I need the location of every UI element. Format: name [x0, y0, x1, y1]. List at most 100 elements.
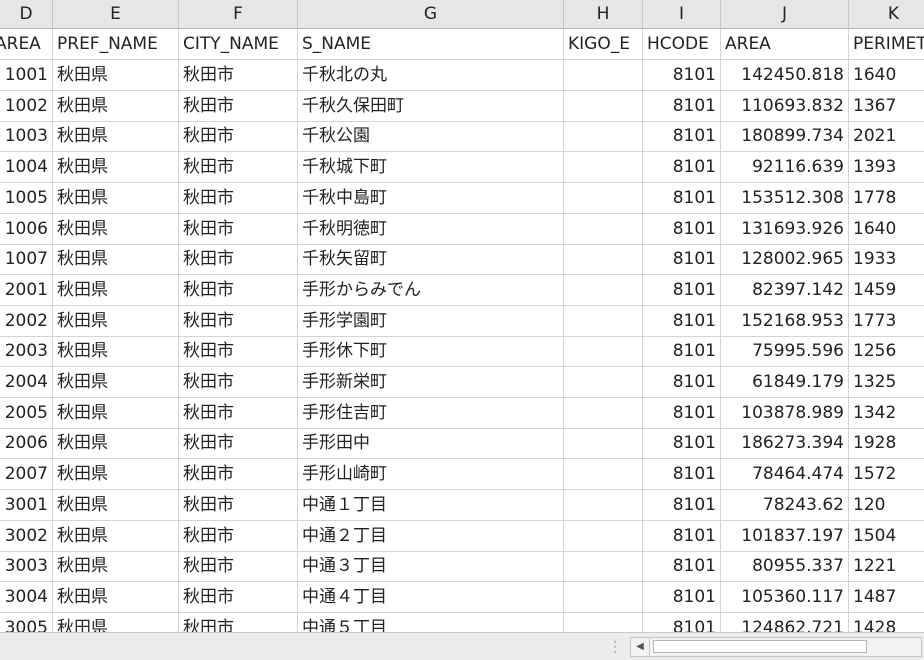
cell-area[interactable]: 103878.989: [721, 397, 849, 429]
cell-kigo-e[interactable]: [564, 244, 643, 276]
cell-kigo-e[interactable]: [564, 367, 643, 398]
cell-hcode[interactable]: 8101: [643, 274, 721, 306]
cell-city-name[interactable]: 秋田市: [179, 459, 298, 491]
column-header-d[interactable]: D: [0, 0, 53, 29]
cell-city-name[interactable]: 秋田市: [179, 305, 298, 337]
cell-kigo-e[interactable]: [564, 152, 643, 184]
cell-perimeter[interactable]: 1325: [849, 367, 924, 398]
horizontal-scrollbar[interactable]: ◀: [630, 637, 922, 657]
cell-pref-name[interactable]: 秋田県: [53, 336, 179, 368]
cell-pref-name[interactable]: 秋田県: [53, 551, 179, 583]
cell-pref-name[interactable]: 秋田県: [53, 520, 179, 552]
cell-hcode[interactable]: 8101: [643, 428, 721, 460]
cell-hcode[interactable]: 8101: [643, 459, 721, 491]
cell-city-name[interactable]: 秋田市: [179, 152, 298, 184]
cell-s-name[interactable]: 手形住吉町: [298, 397, 564, 429]
column-header-k[interactable]: K: [849, 0, 924, 29]
cell-area-code[interactable]: 1002: [0, 90, 53, 122]
cell-area[interactable]: 186273.394: [721, 428, 849, 460]
cell-s-name[interactable]: 手形新栄町: [298, 367, 564, 398]
cell-hcode[interactable]: 8101: [643, 152, 721, 184]
cell-city-name[interactable]: 秋田市: [179, 182, 298, 214]
cell-hcode[interactable]: 8101: [643, 489, 721, 521]
cell-area[interactable]: 101837.197: [721, 520, 849, 552]
cell-area-code[interactable]: 2006: [0, 428, 53, 460]
cell-kigo-e[interactable]: [564, 121, 643, 153]
cell-perimeter[interactable]: 1572: [849, 459, 924, 491]
cell-s-name[interactable]: 手形山崎町: [298, 459, 564, 491]
cell-perimeter[interactable]: 1504: [849, 521, 924, 552]
cell-pref-name[interactable]: 秋田県: [53, 397, 179, 429]
cell-area[interactable]: 152168.953: [721, 305, 849, 337]
cell-header-area-code[interactable]: AREA: [0, 29, 53, 60]
cell-area-code[interactable]: 2003: [0, 336, 53, 368]
cell-kigo-e[interactable]: [564, 90, 643, 122]
cell-grid[interactable]: D E F G H I J K AREA PREF_NAME CITY_NAME…: [0, 0, 924, 632]
cell-kigo-e[interactable]: [564, 612, 643, 632]
cell-header-area[interactable]: AREA: [721, 29, 849, 60]
cell-perimeter[interactable]: 1221: [849, 551, 924, 583]
scroll-thumb[interactable]: [653, 640, 867, 653]
cell-area[interactable]: 61849.179: [721, 367, 849, 398]
cell-perimeter[interactable]: 1367: [849, 91, 924, 122]
cell-area-code[interactable]: 3005: [0, 612, 53, 632]
cell-kigo-e[interactable]: [564, 489, 643, 521]
cell-area-code[interactable]: 2002: [0, 305, 53, 337]
cell-area-code[interactable]: 3004: [0, 581, 53, 613]
cell-s-name[interactable]: 中通１丁目: [298, 489, 564, 521]
column-header-i[interactable]: I: [643, 0, 721, 29]
cell-city-name[interactable]: 秋田市: [179, 121, 298, 153]
cell-s-name[interactable]: 中通２丁目: [298, 520, 564, 552]
cell-kigo-e[interactable]: [564, 305, 643, 337]
cell-kigo-e[interactable]: [564, 520, 643, 552]
cell-pref-name[interactable]: 秋田県: [53, 612, 179, 632]
cell-area-code[interactable]: 2005: [0, 397, 53, 429]
cell-city-name[interactable]: 秋田市: [179, 489, 298, 521]
cell-area[interactable]: 142450.818: [721, 60, 849, 91]
cell-area[interactable]: 80955.337: [721, 551, 849, 583]
cell-pref-name[interactable]: 秋田県: [53, 581, 179, 613]
cell-perimeter[interactable]: 1933: [849, 244, 924, 276]
cell-perimeter[interactable]: 1393: [849, 152, 924, 184]
cell-hcode[interactable]: 8101: [643, 213, 721, 245]
cell-s-name[interactable]: 千秋久保田町: [298, 90, 564, 122]
cell-city-name[interactable]: 秋田市: [179, 336, 298, 368]
cell-area-code[interactable]: 1005: [0, 182, 53, 214]
cell-kigo-e[interactable]: [564, 581, 643, 613]
cell-pref-name[interactable]: 秋田県: [53, 60, 179, 91]
cell-s-name[interactable]: 千秋城下町: [298, 152, 564, 184]
cell-city-name[interactable]: 秋田市: [179, 60, 298, 91]
cell-s-name[interactable]: 中通３丁目: [298, 551, 564, 583]
cell-pref-name[interactable]: 秋田県: [53, 90, 179, 122]
cell-pref-name[interactable]: 秋田県: [53, 244, 179, 276]
cell-s-name[interactable]: 手形学園町: [298, 305, 564, 337]
cell-perimeter[interactable]: 1459: [849, 275, 924, 306]
cell-hcode[interactable]: 8101: [643, 551, 721, 583]
cell-perimeter[interactable]: 1428: [849, 613, 924, 632]
cell-kigo-e[interactable]: [564, 428, 643, 460]
column-header-h[interactable]: H: [564, 0, 643, 29]
cell-area[interactable]: 82397.142: [721, 274, 849, 306]
cell-perimeter[interactable]: 1773: [849, 306, 924, 337]
cell-area[interactable]: 128002.965: [721, 244, 849, 276]
cell-hcode[interactable]: 8101: [643, 182, 721, 214]
cell-kigo-e[interactable]: [564, 182, 643, 214]
cell-perimeter[interactable]: 1928: [849, 428, 924, 460]
cell-hcode[interactable]: 8101: [643, 121, 721, 153]
cell-hcode[interactable]: 8101: [643, 244, 721, 276]
cell-city-name[interactable]: 秋田市: [179, 367, 298, 398]
cell-city-name[interactable]: 秋田市: [179, 520, 298, 552]
cell-pref-name[interactable]: 秋田県: [53, 213, 179, 245]
cell-area[interactable]: 110693.832: [721, 90, 849, 122]
cell-kigo-e[interactable]: [564, 459, 643, 491]
triangle-left-icon[interactable]: ◀: [631, 638, 650, 656]
cell-s-name[interactable]: 千秋矢留町: [298, 244, 564, 276]
cell-kigo-e[interactable]: [564, 397, 643, 429]
cell-pref-name[interactable]: 秋田県: [53, 367, 179, 398]
cell-s-name[interactable]: 千秋公園: [298, 121, 564, 153]
cell-area[interactable]: 153512.308: [721, 182, 849, 214]
cell-city-name[interactable]: 秋田市: [179, 90, 298, 122]
cell-pref-name[interactable]: 秋田県: [53, 274, 179, 306]
cell-s-name[interactable]: 中通５丁目: [298, 612, 564, 632]
cell-hcode[interactable]: 8101: [643, 520, 721, 552]
